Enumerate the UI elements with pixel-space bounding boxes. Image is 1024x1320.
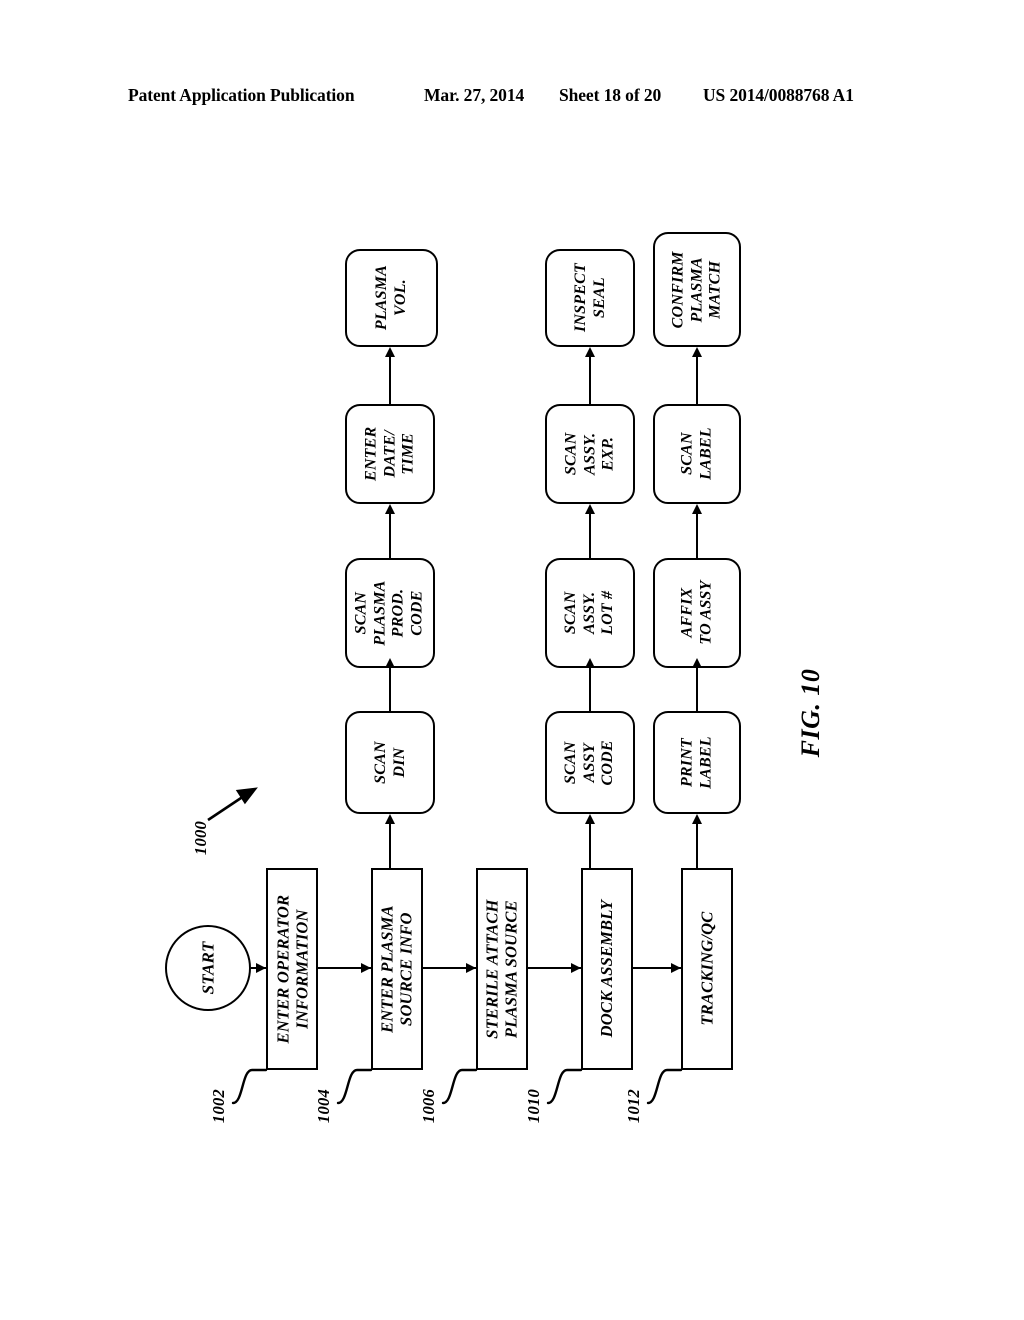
arrowhead-sterile-to-dock	[571, 962, 581, 973]
node-affix-to-assy[interactable]: AFFIX TO ASSY	[653, 558, 741, 668]
leader-1006	[441, 1068, 478, 1105]
node-inspect-seal[interactable]: INSPECT SEAL	[545, 249, 635, 347]
connector-assy-lot-to-assy-exp	[589, 514, 592, 558]
arrowhead-dock-to-tracking	[671, 962, 681, 973]
flowchart-figure: PLASMA VOL. INSPECT SEAL CONFIRM PLASMA …	[0, 0, 1024, 1320]
node-scan-assy-exp[interactable]: SCAN ASSY. EXP.	[545, 404, 635, 504]
node-start[interactable]: START	[165, 925, 251, 1011]
reference-numeral-1002: 1002	[209, 1088, 228, 1124]
node-inspect-seal-label: INSPECT SEAL	[571, 263, 607, 333]
arrowhead-date-time-to-plasma-vol	[385, 347, 395, 357]
leader-1010	[546, 1068, 583, 1105]
node-confirm-plasma-match[interactable]: CONFIRM PLASMA MATCH	[653, 232, 741, 347]
node-scan-plasma-prod-code-label: SCAN PLASMA PROD. CODE	[352, 580, 426, 646]
node-enter-date-time-label: ENTER DATE/ TIME	[362, 426, 417, 482]
connector-plasma-source-to-scan-din	[389, 824, 392, 868]
node-enter-date-time[interactable]: ENTER DATE/ TIME	[345, 404, 435, 504]
node-sterile-attach-plasma-source[interactable]: STERILE ATTACH PLASMA SOURCE	[476, 868, 528, 1070]
node-dock-assembly[interactable]: DOCK ASSEMBLY	[581, 868, 633, 1070]
node-tracking-qc-label: TRACKING/QC	[697, 911, 717, 1027]
figure-caption: FIG. 10	[796, 668, 825, 758]
node-enter-operator-information-label: ENTER OPERATOR INFORMATION	[272, 894, 311, 1044]
connector-dock-to-scan-assy-code	[589, 824, 592, 868]
arrowhead-tracking-to-print-label	[692, 814, 702, 824]
node-scan-plasma-prod-code[interactable]: SCAN PLASMA PROD. CODE	[345, 558, 435, 668]
diagram-number-1000: 1000	[191, 820, 210, 856]
arrowhead-assy-code-to-assy-lot	[585, 658, 595, 668]
node-scan-assy-lot-label: SCAN ASSY. LOT #	[562, 590, 617, 636]
arrowhead-prod-code-to-date-time	[385, 504, 395, 514]
node-scan-assy-code[interactable]: SCAN ASSY CODE	[545, 711, 635, 814]
arrowhead-start-to-operator	[256, 962, 266, 973]
diagram-pointer-arrow	[207, 787, 258, 822]
node-tracking-qc[interactable]: TRACKING/QC	[681, 868, 733, 1070]
connector-scan-din-to-prod-code	[389, 668, 392, 711]
connector-date-time-to-plasma-vol	[389, 357, 392, 404]
connector-assy-exp-to-inspect-seal	[589, 357, 592, 404]
node-plasma-vol-label: PLASMA VOL.	[372, 265, 409, 331]
arrowhead-assy-exp-to-inspect-seal	[585, 347, 595, 357]
node-scan-label-label: SCAN LABEL	[678, 427, 714, 481]
reference-numeral-1012: 1012	[624, 1088, 643, 1124]
leader-1012	[646, 1068, 683, 1105]
leader-1004	[336, 1068, 373, 1105]
reference-numeral-1004: 1004	[314, 1088, 333, 1124]
node-print-label[interactable]: PRINT LABEL	[653, 711, 741, 814]
node-start-label: START	[198, 941, 218, 995]
reference-leader-lines	[231, 1068, 683, 1105]
reference-numeral-1010: 1010	[524, 1088, 543, 1124]
node-scan-assy-lot[interactable]: SCAN ASSY. LOT #	[545, 558, 635, 668]
reference-numeral-1006: 1006	[419, 1088, 438, 1124]
arrowhead-operator-to-plasma-source	[361, 962, 371, 973]
node-dock-assembly-label: DOCK ASSEMBLY	[597, 900, 617, 1038]
node-enter-plasma-source-info[interactable]: ENTER PLASMA SOURCE INFO	[371, 868, 423, 1070]
node-scan-din[interactable]: SCAN DIN	[345, 711, 435, 814]
node-scan-assy-exp-label: SCAN ASSY. EXP.	[562, 432, 617, 476]
connector-affix-to-scan-label	[696, 514, 699, 558]
connector-prod-code-to-date-time	[389, 514, 392, 558]
node-sterile-attach-plasma-source-label: STERILE ATTACH PLASMA SOURCE	[482, 899, 521, 1039]
connector-scan-label-to-confirm-match	[696, 357, 699, 404]
leader-1002	[231, 1068, 268, 1105]
node-scan-assy-code-label: SCAN ASSY CODE	[562, 739, 617, 786]
connector-tracking-to-print-label	[696, 824, 699, 868]
node-affix-to-assy-label: AFFIX TO ASSY	[678, 580, 714, 646]
node-enter-plasma-source-info-label: ENTER PLASMA SOURCE INFO	[377, 905, 416, 1033]
connector-assy-code-to-assy-lot	[589, 668, 592, 711]
arrowhead-dock-to-scan-assy-code	[585, 814, 595, 824]
node-print-label-label: PRINT LABEL	[678, 736, 714, 789]
node-scan-label[interactable]: SCAN LABEL	[653, 404, 741, 504]
node-confirm-plasma-match-label: CONFIRM PLASMA MATCH	[669, 251, 724, 328]
arrowhead-affix-to-scan-label	[692, 504, 702, 514]
node-enter-operator-information[interactable]: ENTER OPERATOR INFORMATION	[266, 868, 318, 1070]
arrowhead-print-label-to-affix	[692, 658, 702, 668]
arrowhead-scan-label-to-confirm-match	[692, 347, 702, 357]
arrowhead-scan-din-to-prod-code	[385, 658, 395, 668]
node-plasma-vol[interactable]: PLASMA VOL.	[345, 249, 438, 347]
arrowhead-plasma-source-to-scan-din	[385, 814, 395, 824]
arrowhead-assy-lot-to-assy-exp	[585, 504, 595, 514]
arrowhead-plasma-source-to-sterile	[466, 962, 476, 973]
connector-print-label-to-affix	[696, 668, 699, 711]
node-scan-din-label: SCAN DIN	[371, 741, 407, 784]
